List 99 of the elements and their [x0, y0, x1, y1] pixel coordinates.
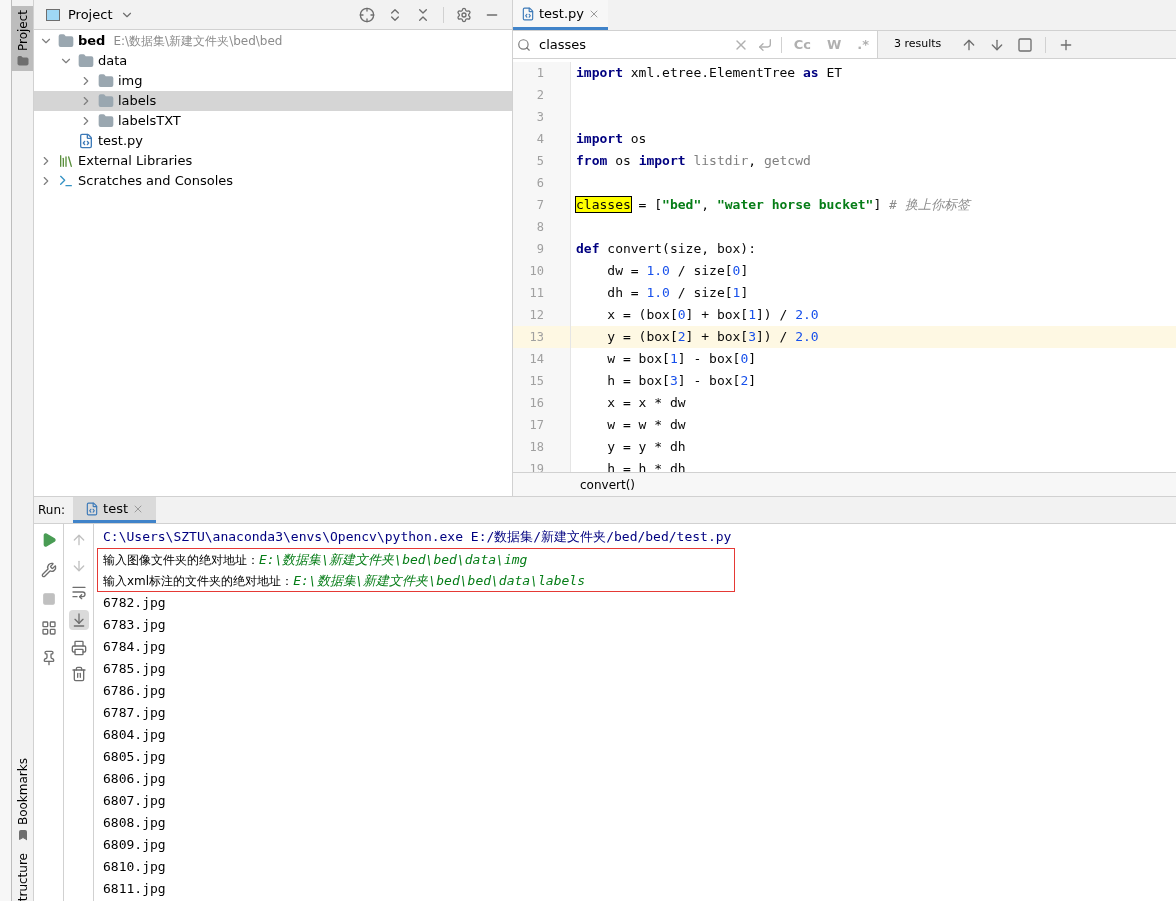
item-name: data — [98, 52, 128, 71]
line-number: 10 — [513, 260, 571, 282]
item-name: img — [118, 72, 143, 91]
breadcrumb[interactable]: convert() — [580, 475, 636, 494]
code-text: classes = ["bed", "water horse bucket"] # 换上你标签 — [575, 196, 970, 215]
item-name: bed — [78, 32, 106, 51]
panel-title[interactable]: Project — [68, 4, 113, 25]
line-number: 16 — [513, 392, 571, 414]
line-number: 3 — [513, 106, 571, 128]
item-name: test.py — [98, 132, 144, 151]
layout-icon[interactable] — [40, 620, 57, 636]
run-label: Run: — [38, 502, 66, 519]
console-line: 6807.jpg — [103, 792, 167, 811]
results-count: 3 results — [894, 36, 942, 53]
console-line: 6804.jpg — [103, 726, 167, 745]
trash-icon[interactable] — [70, 666, 87, 682]
tree-item[interactable]: test.py — [34, 131, 512, 151]
side-tab[interactable]: Project — [12, 6, 33, 72]
console-line: 6810.jpg — [103, 858, 167, 877]
print-icon[interactable] — [70, 640, 87, 656]
run-tab[interactable]: test — [73, 497, 157, 523]
locate-icon[interactable] — [359, 6, 375, 23]
folder-icon — [98, 93, 114, 109]
side-tab[interactable]: tructure — [12, 852, 33, 901]
line-number: 17 — [513, 414, 571, 436]
line-number: 18 — [513, 436, 571, 458]
console-line: 6786.jpg — [103, 682, 167, 701]
code-text: import os — [575, 130, 647, 149]
console-line: 6808.jpg — [103, 814, 167, 833]
code-text: from os import listdir, getcwd — [575, 152, 811, 171]
python-file-icon — [78, 133, 94, 149]
tree-item[interactable]: img — [34, 71, 512, 91]
tree-item[interactable]: External Libraries — [34, 151, 512, 171]
item-name: labelsTXT — [118, 112, 181, 131]
tree-item[interactable]: labels — [34, 91, 512, 111]
folder-icon — [58, 33, 74, 49]
code-text: import xml.etree.ElementTree as ET — [575, 64, 843, 83]
console-line: 6787.jpg — [103, 704, 167, 723]
console-line: 6805.jpg — [103, 748, 167, 767]
line-number: 4 — [513, 128, 571, 150]
console-line: 6806.jpg — [103, 770, 167, 789]
line-number: 7 — [513, 194, 571, 216]
console-prompt: 输入xml标注的文件夹的绝对地址： — [103, 572, 294, 590]
tree-item[interactable]: bed E:\数据集\新建文件夹\bed\bed — [34, 31, 512, 51]
line-number: 2 — [513, 84, 571, 106]
code-text: def convert(size, box): — [575, 240, 757, 259]
line-number: 8 — [513, 216, 571, 238]
code-text: x = x * dw — [606, 394, 686, 413]
python-file-icon — [85, 501, 100, 516]
console-line: 6783.jpg — [103, 616, 167, 635]
item-name: Scratches and Consoles — [78, 172, 234, 191]
side-tab[interactable]: Bookmarks — [12, 757, 33, 841]
search-icon — [517, 37, 531, 52]
panel-icon — [46, 8, 60, 21]
soft-wrap-icon[interactable] — [70, 584, 87, 600]
folder-icon — [78, 53, 94, 69]
code-text: dw = 1.0 / size[0] — [606, 262, 749, 281]
scroll-to-end-button[interactable] — [68, 610, 89, 630]
console-line: 6782.jpg — [103, 594, 167, 613]
item-name: labels — [118, 92, 157, 111]
line-number: 9 — [513, 238, 571, 260]
code-text: y = y * dh — [606, 438, 686, 457]
settings-icon[interactable] — [456, 6, 472, 23]
console-command: C:\Users\SZTU\anaconda3\envs\Opencv\python.exe E:/数据集/新建文件夹/bed/bed/test.py — [103, 528, 733, 547]
tree-item[interactable]: Scratches and Consoles — [34, 171, 512, 191]
tree-item[interactable]: data — [34, 51, 512, 71]
console-input-text: E:\数据集\新建文件夹\bed\bed\data\img — [259, 550, 528, 569]
line-number: 5 — [513, 150, 571, 172]
console-line: 6784.jpg — [103, 638, 167, 657]
new-line-icon[interactable] — [756, 36, 773, 53]
folder-icon — [98, 73, 114, 89]
code-text: y = (box[2] + box[3]) / 2.0 — [606, 328, 819, 347]
console-prompt: 输入图像文件夹的绝对地址： — [103, 551, 259, 569]
line-number: 6 — [513, 172, 571, 194]
python-file-icon — [521, 6, 535, 21]
console-line: 6785.jpg — [103, 660, 167, 679]
wrench-icon[interactable] — [40, 562, 57, 578]
library-icon — [58, 153, 74, 169]
code-text: w = box[1] - box[0] — [606, 350, 757, 369]
line-number: 11 — [513, 282, 571, 304]
line-number: 15 — [513, 370, 571, 392]
line-number: 1 — [513, 62, 571, 84]
line-number: 12 — [513, 304, 571, 326]
item-name: External Libraries — [78, 152, 193, 171]
editor-tab[interactable]: test.py — [513, 0, 609, 30]
console-line: 6811.jpg — [103, 880, 167, 899]
line-number: 14 — [513, 348, 571, 370]
console-line: 6809.jpg — [103, 836, 167, 855]
console-input-text: E:\数据集\新建文件夹\bed\bed\data\labels — [293, 571, 585, 590]
tree-item[interactable]: labelsTXT — [34, 111, 512, 131]
folder-icon — [98, 113, 114, 129]
console-icon — [58, 173, 74, 189]
item-path: E:\数据集\新建文件夹\bed\bed — [113, 33, 283, 50]
bookmark-icon — [16, 828, 29, 841]
code-text: dh = 1.0 / size[1] — [606, 284, 749, 303]
code-text: w = w * dw — [606, 416, 686, 435]
code-text: h = box[3] - box[2] — [606, 372, 757, 391]
folder-icon — [16, 55, 29, 68]
code-text: x = (box[0] + box[1]) / 2.0 — [606, 306, 819, 325]
